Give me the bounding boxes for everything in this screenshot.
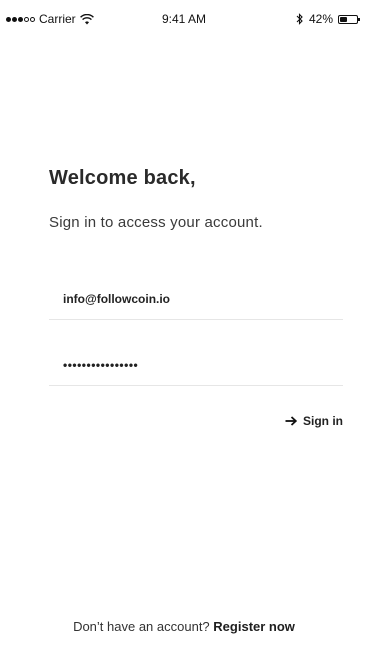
email-field <box>49 288 343 320</box>
page-subtitle: Sign in to access your account. <box>49 214 263 231</box>
battery-icon <box>338 14 360 24</box>
email-input[interactable] <box>63 292 333 306</box>
register-prompt: Don’t have an account? Register now <box>0 619 368 634</box>
status-bar: Carrier 9:41 AM 42% <box>0 0 368 38</box>
sign-in-button[interactable]: Sign in <box>285 414 343 428</box>
bluetooth-icon <box>296 13 303 25</box>
password-input[interactable] <box>63 358 333 372</box>
register-prompt-text: Don’t have an account? <box>73 619 210 634</box>
battery-percent: 42% <box>308 12 333 26</box>
page-title: Welcome back, <box>49 167 196 189</box>
password-field <box>49 354 343 386</box>
register-link[interactable]: Register now <box>213 619 295 634</box>
sign-in-label: Sign in <box>303 414 343 428</box>
battery-fill <box>340 16 347 22</box>
status-right: 42% <box>296 12 360 26</box>
arrow-right-icon <box>285 416 297 426</box>
